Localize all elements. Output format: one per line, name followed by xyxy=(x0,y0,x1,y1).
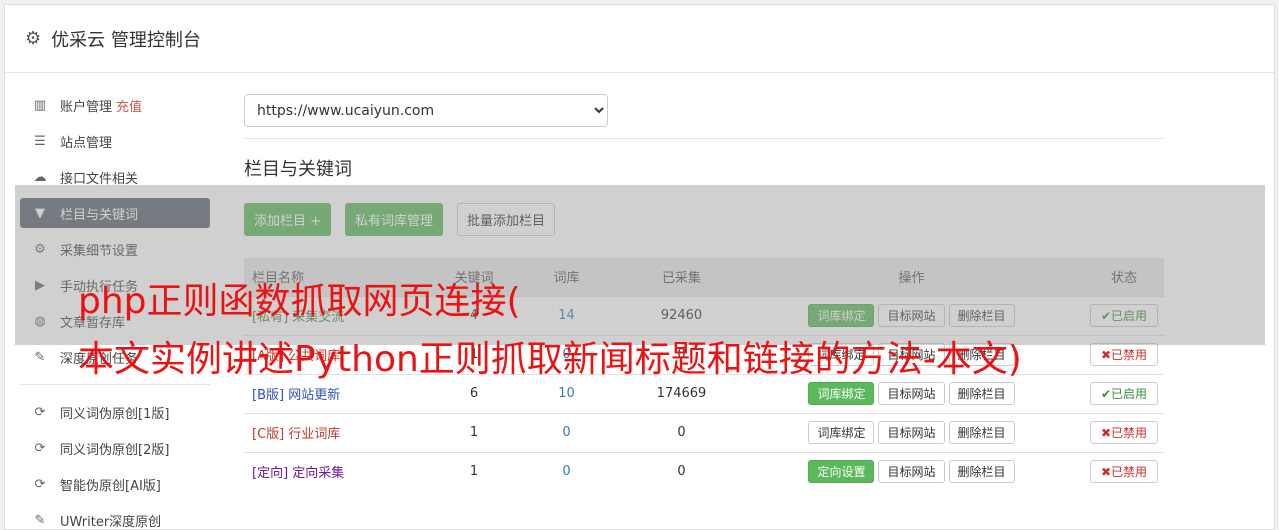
sidebar-divider xyxy=(20,384,210,385)
sidebar-item-sites[interactable]: ☰ 站点管理 xyxy=(20,126,210,156)
status-toggle[interactable]: ✔已启用 xyxy=(1089,382,1159,405)
overlay-title-line2: 本文实例讲述Python正则抓取新闻标题和链接的方法-本文) xyxy=(78,339,1022,380)
table-row: [C版] 行业词库 1 0 0 词库绑定 目标网站 删除栏目 ✖已禁用 xyxy=(244,412,1164,452)
edit-icon: ✎ xyxy=(34,349,46,365)
sidebar-item-label: 站点管理 xyxy=(60,135,113,151)
gear-icon: ⚙ xyxy=(25,28,42,49)
recharge-link[interactable]: 充值 xyxy=(116,96,142,115)
sidebar-item-label: 账户管理 xyxy=(60,99,113,115)
keyword-count: 1 xyxy=(439,412,509,452)
bar-chart-icon: ▥ xyxy=(33,97,47,113)
sidebar-item-account[interactable]: ▥ 账户管理 充值 xyxy=(20,90,210,120)
sidebar-item-synonym-v1[interactable]: ⟳ 同义词伪原创[1版] xyxy=(20,397,210,427)
sidebar-item-ai-rewrite[interactable]: ⟳ 智能伪原创[AI版] xyxy=(20,469,210,499)
target-site-button[interactable]: 目标网站 xyxy=(878,382,945,405)
section-title: 栏目与关键词 xyxy=(244,159,352,180)
target-site-button[interactable]: 目标网站 xyxy=(878,460,945,484)
lexicon-count[interactable]: 0 xyxy=(509,451,624,491)
table-row: [定向] 定向采集 1 0 0 定向设置 目标网站 删除栏目 ✖已禁用 xyxy=(244,451,1164,491)
column-name[interactable]: [C版] 行业词库 xyxy=(244,412,439,452)
edit-icon: ✎ xyxy=(34,512,46,528)
bind-lexicon-button[interactable]: 词库绑定 xyxy=(808,382,875,405)
status-toggle[interactable]: ✖已禁用 xyxy=(1089,460,1159,484)
bind-lexicon-button[interactable]: 定向设置 xyxy=(808,460,875,484)
sidebar-item-label: 同义词伪原创[1版] xyxy=(60,406,170,422)
sidebar-item-label: 同义词伪原创[2版] xyxy=(60,442,170,458)
keyword-count: 1 xyxy=(439,451,509,491)
delete-column-button[interactable]: 删除栏目 xyxy=(948,382,1015,405)
page-title: 优采云 管理控制台 xyxy=(51,29,201,51)
bind-lexicon-button[interactable]: 词库绑定 xyxy=(808,421,875,444)
lexicon-count[interactable]: 0 xyxy=(509,412,624,452)
delete-column-button[interactable]: 删除栏目 xyxy=(948,421,1015,444)
sidebar-item-label: 智能伪原创[AI版] xyxy=(60,478,161,494)
overlay-title-line1: php正则函数抓取网页连接( xyxy=(78,281,521,322)
ops-cell: 词库绑定 目标网站 删除栏目 xyxy=(739,412,1084,452)
status-toggle[interactable]: ✖已禁用 xyxy=(1089,421,1159,444)
status-cell: ✔已启用 xyxy=(1084,373,1164,413)
refresh-icon: ⟳ xyxy=(34,476,46,492)
refresh-icon: ⟳ xyxy=(34,404,46,420)
sidebar-item-synonym-v2[interactable]: ⟳ 同义词伪原创[2版] xyxy=(20,433,210,463)
status-toggle[interactable]: ✖已禁用 xyxy=(1089,343,1159,366)
sidebar-item-label: 接口文件相关 xyxy=(60,171,139,187)
server-icon: ☰ xyxy=(34,133,46,149)
status-cell: ✖已禁用 xyxy=(1084,412,1164,452)
delete-column-button[interactable]: 删除栏目 xyxy=(948,460,1015,484)
cloud-upload-icon: ☁ xyxy=(33,169,47,185)
ops-cell: 定向设置 目标网站 删除栏目 xyxy=(739,451,1084,491)
target-site-button[interactable]: 目标网站 xyxy=(878,421,945,444)
site-select[interactable]: https://www.ucaiyun.com xyxy=(244,94,608,127)
collected-count: 0 xyxy=(624,412,739,452)
refresh-icon: ⟳ xyxy=(34,440,46,456)
top-bar: ⚙ 优采云 管理控制台 xyxy=(5,5,1274,73)
column-name[interactable]: [定向] 定向采集 xyxy=(244,451,439,491)
sidebar-item-uwriter[interactable]: ✎ UWriter深度原创 xyxy=(20,505,210,530)
section-divider xyxy=(244,138,1164,139)
status-cell: ✖已禁用 xyxy=(1084,451,1164,491)
collected-count: 0 xyxy=(624,451,739,491)
sidebar-item-label: UWriter深度原创 xyxy=(60,514,162,530)
